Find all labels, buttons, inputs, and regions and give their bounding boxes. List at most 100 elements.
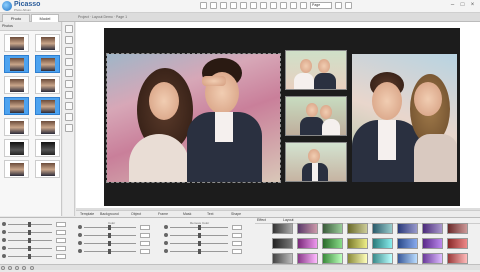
effect-swatch[interactable] (372, 223, 393, 234)
tab-photo[interactable]: Photo (2, 14, 30, 22)
photo-thumbnail[interactable] (35, 118, 60, 136)
brightness-value[interactable] (56, 222, 66, 227)
effect-swatch[interactable] (322, 238, 343, 249)
effect-swatch[interactable] (347, 253, 368, 264)
effect-swatch[interactable] (297, 253, 318, 264)
shape-tool-icon[interactable] (65, 69, 73, 77)
effect-swatch[interactable] (347, 238, 368, 249)
photo-thumbnail[interactable] (35, 97, 60, 115)
remove-red-slider[interactable] (198, 225, 201, 230)
redo-icon[interactable] (240, 2, 247, 9)
photo-thumbnail[interactable] (35, 34, 60, 52)
couple-photo-small-1[interactable] (285, 50, 347, 90)
hue-value[interactable] (56, 246, 66, 251)
effect-swatch[interactable] (422, 223, 443, 234)
effect-swatch[interactable] (272, 238, 293, 249)
hue-slider[interactable] (28, 246, 31, 251)
remove-tint-slider[interactable] (198, 249, 201, 254)
effect-swatch[interactable] (297, 238, 318, 249)
undo-icon[interactable] (230, 2, 237, 9)
blue-value[interactable] (140, 241, 150, 246)
brightness-slider[interactable] (28, 222, 31, 227)
open-icon[interactable] (210, 2, 217, 9)
saturation-value[interactable] (56, 238, 66, 243)
prev-page-icon[interactable] (22, 266, 27, 270)
opacity-value[interactable] (56, 254, 66, 259)
effect-swatch[interactable] (422, 238, 443, 249)
flip-tool-icon[interactable] (65, 91, 73, 99)
fit-icon[interactable] (15, 266, 20, 270)
effect-swatch[interactable] (372, 253, 393, 264)
blue-slider[interactable] (108, 241, 111, 246)
photo-thumbnail[interactable] (4, 55, 29, 73)
tab-object[interactable]: Object (131, 212, 141, 216)
select-tool-icon[interactable] (65, 25, 73, 33)
green-slider[interactable] (108, 233, 111, 238)
new-icon[interactable] (200, 2, 207, 9)
lock-tool-icon[interactable] (65, 124, 73, 132)
contrast-slider[interactable] (28, 230, 31, 235)
photo-thumbnail[interactable] (4, 160, 29, 178)
red-value[interactable] (140, 225, 150, 230)
minimize-icon[interactable]: – (449, 2, 456, 9)
saturation-slider[interactable] (28, 238, 31, 243)
cut-icon[interactable] (250, 2, 257, 9)
photo-thumbnail[interactable] (35, 55, 60, 73)
album-canvas[interactable] (76, 22, 480, 208)
green-value[interactable] (140, 233, 150, 238)
photo-thumbnail[interactable] (4, 118, 29, 136)
tab-model[interactable]: Model (31, 14, 59, 22)
text-tool-icon[interactable] (65, 58, 73, 66)
effect-swatch[interactable] (397, 253, 418, 264)
tab-layout[interactable]: Layout (283, 218, 294, 222)
opacity-slider[interactable] (28, 254, 31, 259)
delete-icon[interactable] (280, 2, 287, 9)
zoom-out-icon[interactable] (1, 266, 5, 270)
zoom-select[interactable]: Page (310, 2, 332, 9)
effect-swatch[interactable] (447, 223, 468, 234)
album-spread[interactable] (104, 28, 460, 206)
copy-icon[interactable] (260, 2, 267, 9)
photo-thumbnail[interactable] (35, 139, 60, 157)
crop-tool-icon[interactable] (65, 47, 73, 55)
effect-swatch[interactable] (447, 238, 468, 249)
tab-text[interactable]: Text (207, 212, 213, 216)
zoom-in-icon[interactable] (8, 266, 13, 270)
couple-photo-small-3[interactable] (285, 142, 347, 182)
couple-photo-small-2[interactable] (285, 96, 347, 136)
zoom-out-icon[interactable] (300, 2, 307, 9)
photo-thumbnail[interactable] (35, 160, 60, 178)
effect-swatch[interactable] (272, 223, 293, 234)
remove-tint-value[interactable] (232, 249, 242, 254)
tab-shape[interactable]: Shape (231, 212, 241, 216)
tab-background[interactable]: Background (100, 212, 119, 216)
effect-swatch[interactable] (372, 238, 393, 249)
effect-swatch[interactable] (447, 253, 468, 264)
effect-swatch[interactable] (272, 253, 293, 264)
rotate-tool-icon[interactable] (65, 80, 73, 88)
effect-swatch[interactable] (347, 223, 368, 234)
remove-blue-slider[interactable] (198, 241, 201, 246)
move-tool-icon[interactable] (65, 36, 73, 44)
print-icon[interactable] (335, 2, 342, 9)
photo-thumbnail[interactable] (35, 76, 60, 94)
paste-icon[interactable] (270, 2, 277, 9)
photo-thumbnail[interactable] (4, 34, 29, 52)
align-tool-icon[interactable] (65, 102, 73, 110)
effect-swatch[interactable] (397, 238, 418, 249)
remove-green-value[interactable] (232, 233, 242, 238)
remove-red-value[interactable] (232, 225, 242, 230)
photo-thumbnail[interactable] (4, 76, 29, 94)
effect-swatch[interactable] (397, 223, 418, 234)
next-page-icon[interactable] (29, 266, 34, 270)
export-icon[interactable] (345, 2, 352, 9)
zoom-in-icon[interactable] (290, 2, 297, 9)
photo-thumbnail[interactable] (4, 97, 29, 115)
photo-thumbnail[interactable] (4, 139, 29, 157)
effect-swatch[interactable] (322, 223, 343, 234)
save-icon[interactable] (220, 2, 227, 9)
effect-swatch[interactable] (422, 253, 443, 264)
remove-green-slider[interactable] (198, 233, 201, 238)
effect-swatch[interactable] (297, 223, 318, 234)
tab-template[interactable]: Template (80, 212, 94, 216)
